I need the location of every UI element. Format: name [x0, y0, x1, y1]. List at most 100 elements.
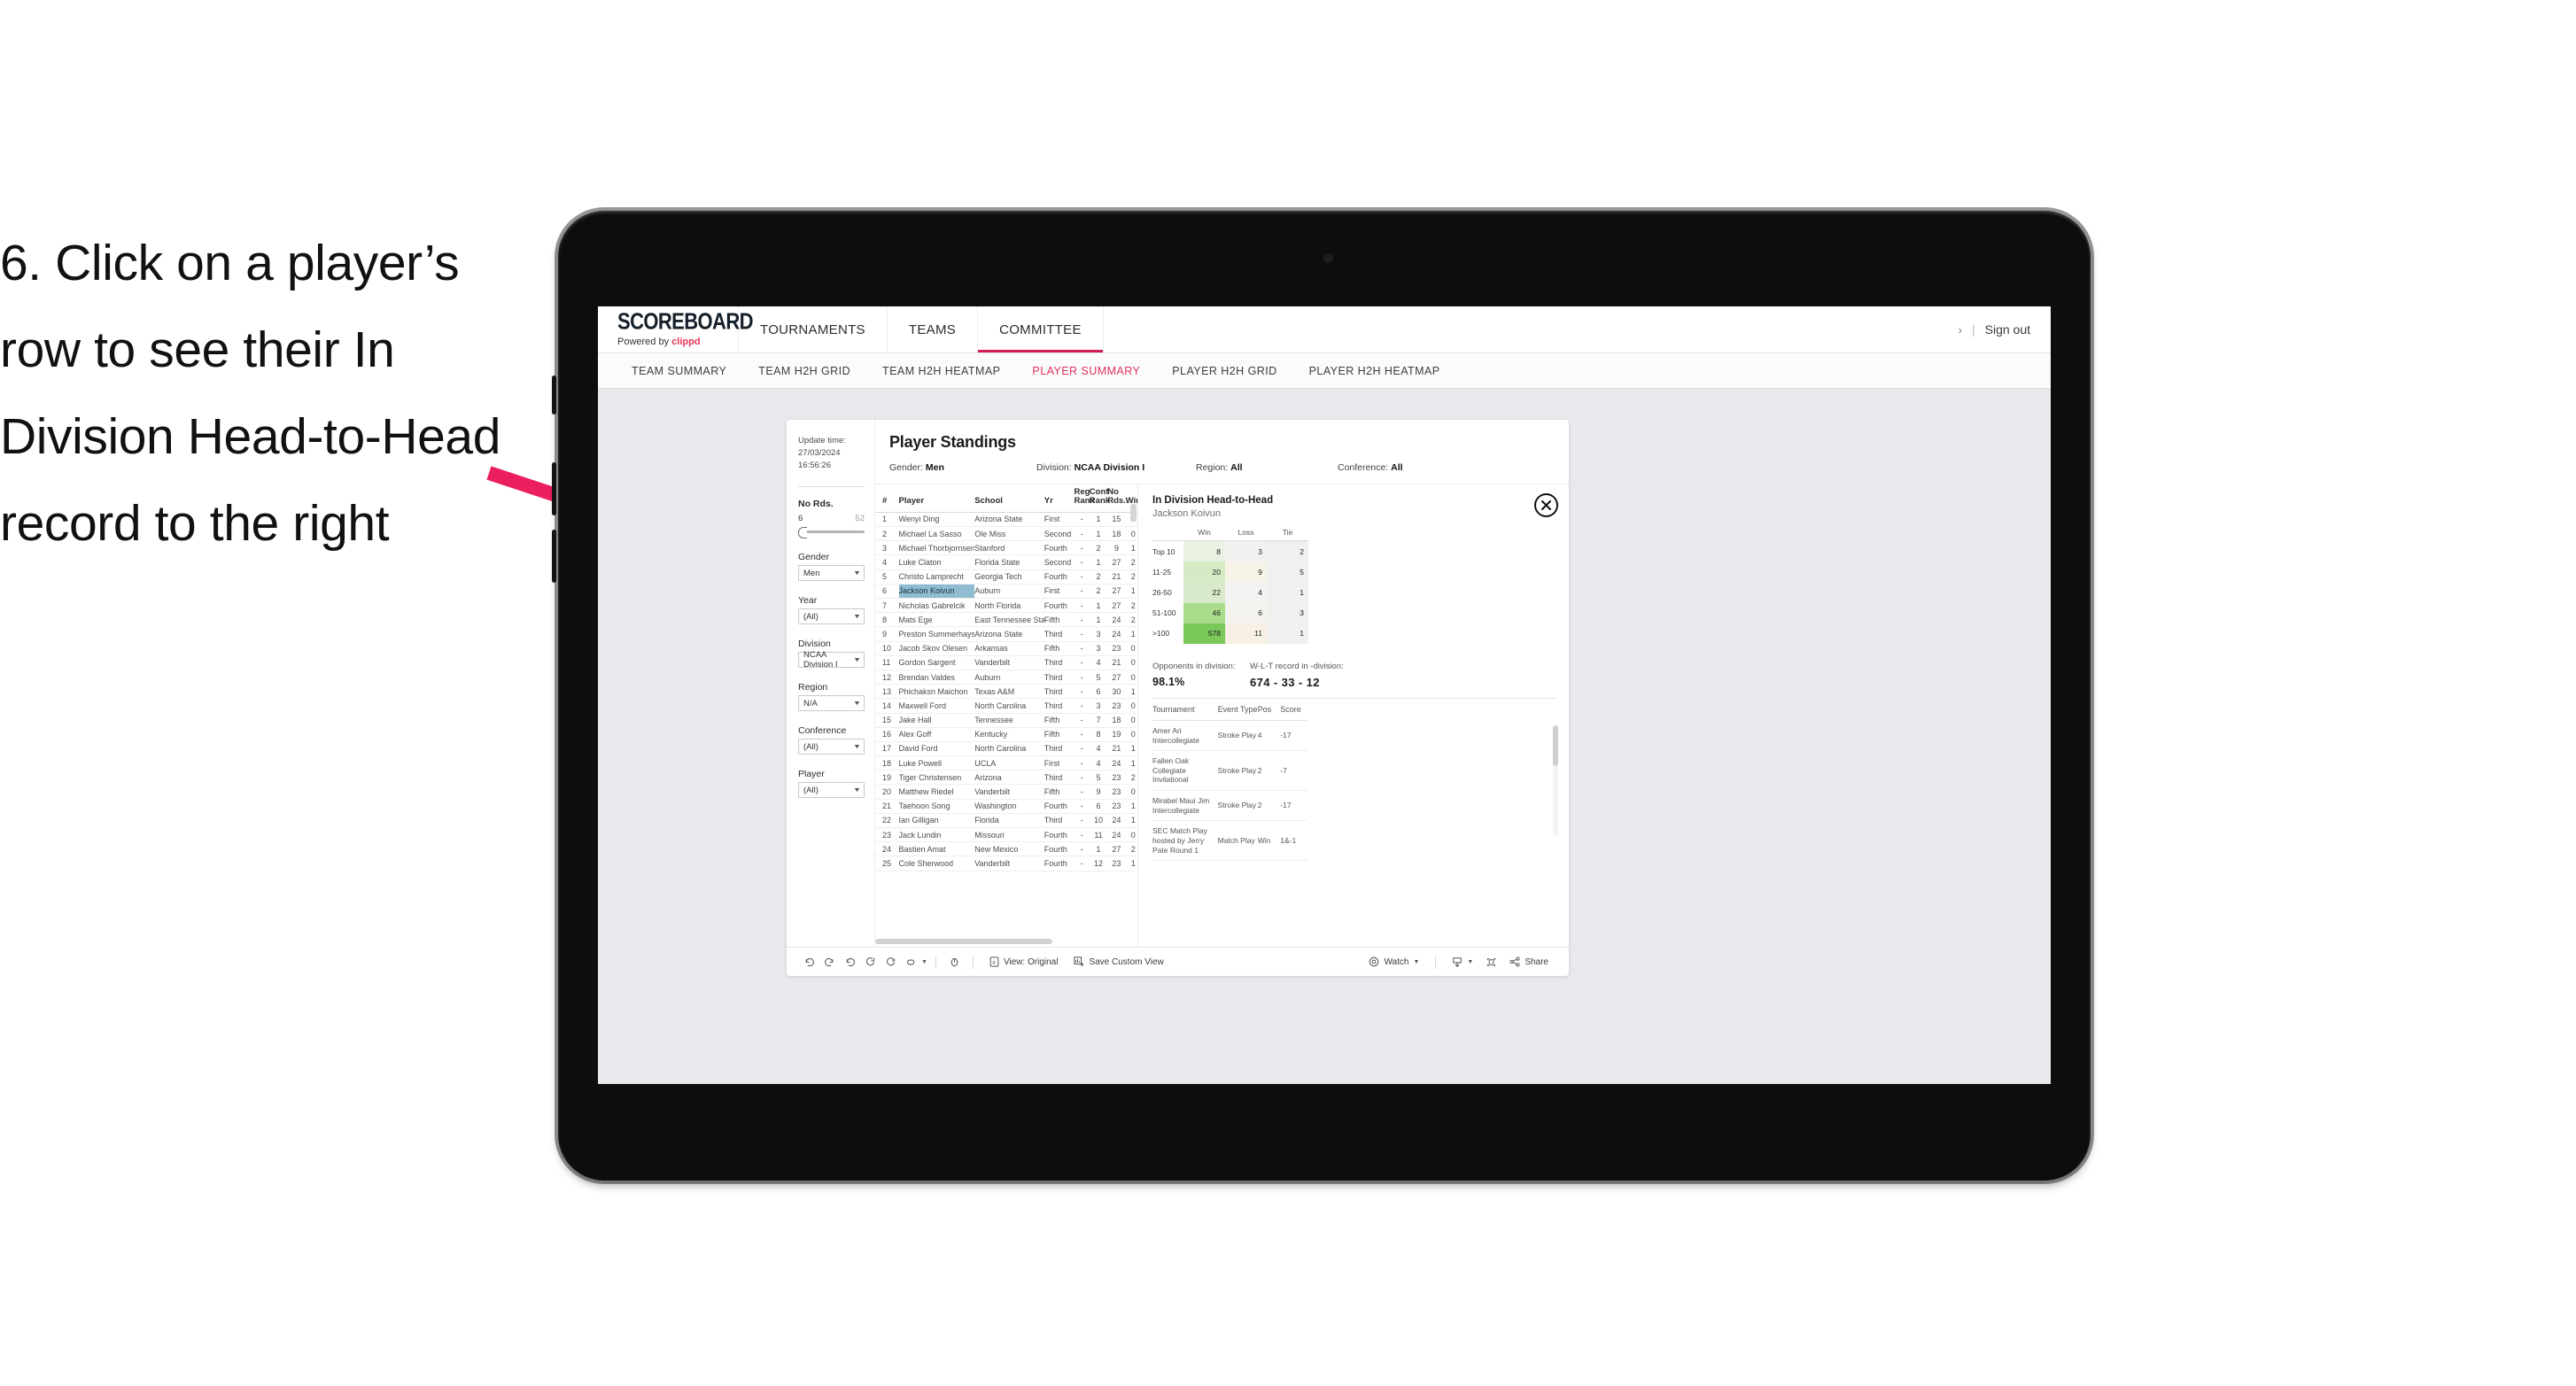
heatmap-cell[interactable]: 9: [1225, 561, 1267, 583]
table-row[interactable]: 20 Matthew Riedel Vanderbilt Fifth -9 23 0: [875, 784, 1137, 800]
undo-icon[interactable]: [799, 956, 819, 968]
filter-division-select[interactable]: NCAA Division I ▼: [798, 650, 865, 670]
table-row[interactable]: 9 Preston Summerhays Arizona State Third -3 2…: [875, 626, 1137, 642]
table-row[interactable]: 21 Taehoon Song Washington Fourth -6 23 1: [875, 799, 1137, 814]
heatmap-cell[interactable]: 6: [1225, 602, 1267, 623]
standings-col-yr[interactable]: Yr: [1044, 484, 1075, 513]
table-row[interactable]: 3 Michael Thorbjornsen Stanford Fourth -2 9 1: [875, 540, 1137, 556]
brand-logo[interactable]: SCOREBOARD Powered by clippd: [598, 306, 754, 352]
tournament-col-tournament[interactable]: Tournament: [1152, 704, 1218, 721]
filter-player-select[interactable]: (All) ▼: [798, 782, 865, 799]
nav-item-teams[interactable]: TEAMS: [888, 306, 979, 352]
tournament-row[interactable]: Mirabel Maui Jim Intercollegiate Stroke P…: [1152, 790, 1307, 822]
view-original-button[interactable]: a View: Original: [982, 956, 1067, 967]
heatmap-cell[interactable]: 2: [1267, 540, 1308, 562]
shape-dropdown-caret-icon[interactable]: ▼: [921, 959, 927, 965]
table-row[interactable]: 4 Luke Claton Florida State Second -1 27 2: [875, 554, 1137, 570]
tournament-col-event-type[interactable]: Event Type: [1217, 704, 1258, 721]
table-row[interactable]: 5 Christo Lamprecht Georgia Tech Fourth -2 21…: [875, 569, 1137, 585]
save-custom-view-button[interactable]: Save Custom View: [1066, 956, 1171, 967]
table-row[interactable]: 23 Jack Lundin Missouri Fourth -11 24 0: [875, 827, 1137, 843]
heatmap-cell[interactable]: 46: [1183, 602, 1225, 623]
share-button[interactable]: Share: [1501, 956, 1556, 967]
table-row[interactable]: 19 Tiger Christensen Arizona Third -5 23 2: [875, 770, 1137, 786]
refresh-icon[interactable]: [860, 956, 881, 968]
revert-icon[interactable]: [840, 956, 860, 968]
heatmap-cell[interactable]: 11: [1225, 623, 1267, 644]
redo-icon[interactable]: [819, 956, 840, 968]
table-row[interactable]: 15 Jake Hall Tennessee Fifth -7 18 0: [875, 713, 1137, 728]
table-row[interactable]: 16 Alex Goff Kentucky Fifth -8 19 0: [875, 727, 1137, 742]
tournament-row[interactable]: Amer Ari Intercollegiate Stroke Play 4 -17: [1152, 720, 1307, 752]
tournament-row[interactable]: Fallen Oak Collegiate Invitational Stroke…: [1152, 750, 1307, 792]
tab-player-h2h-heatmap[interactable]: PLAYER H2H HEATMAP: [1293, 365, 1456, 377]
nav-item-tournaments[interactable]: TOURNAMENTS: [739, 306, 888, 352]
heatmap-cell[interactable]: 1: [1267, 623, 1308, 644]
heatmap-cell[interactable]: 8: [1183, 540, 1225, 562]
table-row[interactable]: 22 Ian Gilligan Florida Third -10 24 1: [875, 813, 1137, 829]
volume-up-button[interactable]: [552, 462, 556, 515]
standings-col-conf-rank[interactable]: Conf Rank: [1089, 484, 1110, 513]
nav-overflow-icon[interactable]: ›: [1959, 323, 1962, 337]
table-row[interactable]: 6 Jackson Koivun Auburn First -2 27 1: [875, 584, 1137, 600]
filter-region-select[interactable]: N/A ▼: [798, 695, 865, 712]
tournament-col-pos[interactable]: Pos: [1257, 704, 1281, 721]
table-row[interactable]: 8Mats EgeEast Tennessee StateFifth-1242: [875, 612, 1137, 628]
heatmap-cell[interactable]: 3: [1267, 602, 1308, 623]
nav-item-committee[interactable]: COMMITTEE: [978, 306, 1104, 352]
cell-reg-rank: -: [1074, 554, 1090, 570]
table-row[interactable]: 13 Phichaksn Maichon Texas A&M Third -6 30 1: [875, 684, 1137, 700]
player-standings-table-wrap[interactable]: #PlayerSchoolYrRegRankConfRankNoRds.Wins…: [875, 484, 1138, 947]
standings-vertical-scrollbar[interactable]: [1130, 504, 1137, 522]
close-circle-icon[interactable]: [1534, 493, 1558, 517]
tab-team-h2h-grid[interactable]: TEAM H2H GRID: [742, 365, 866, 377]
table-row[interactable]: 25 Cole Sherwood Vanderbilt Fourth -12 23 1: [875, 856, 1137, 871]
table-row[interactable]: 10 Jacob Skov Olesen Arkansas Fifth -3 23 0: [875, 641, 1137, 656]
fullscreen-icon[interactable]: [1481, 956, 1501, 968]
highlight-icon[interactable]: [944, 956, 965, 968]
heatmap-cell[interactable]: 3: [1225, 540, 1267, 562]
heatmap-cell[interactable]: 578: [1183, 623, 1225, 644]
slider-handle[interactable]: [798, 527, 807, 539]
table-row[interactable]: 24 Bastien Amat New Mexico Fourth -1 27 2: [875, 841, 1137, 857]
filter-gender-select[interactable]: Men ▼: [798, 565, 865, 582]
watch-button[interactable]: Watch ▼: [1361, 956, 1427, 967]
tournament-row[interactable]: SEC Match Play hosted by Jerry Pate Roun…: [1152, 820, 1307, 862]
table-row[interactable]: 11 Gordon Sargent Vanderbilt Third -4 21 0: [875, 655, 1137, 670]
heatmap-cell[interactable]: 4: [1225, 582, 1267, 603]
power-button[interactable]: [552, 376, 556, 414]
shape-icon[interactable]: [901, 956, 921, 968]
standings-col-player[interactable]: Player: [898, 484, 975, 513]
volume-down-button[interactable]: [552, 530, 556, 583]
standings-col-school[interactable]: School: [974, 484, 1044, 513]
standings-horizontal-scrollbar[interactable]: [875, 939, 1052, 944]
filter-conference-select[interactable]: (All) ▼: [798, 739, 865, 755]
table-row[interactable]: 18 Luke Powell UCLA First -4 24 1: [875, 755, 1137, 771]
standings-col-reg-rank[interactable]: Reg Rank: [1074, 484, 1095, 513]
table-row[interactable]: 2 Michael La Sasso Ole Miss Second -1 18 0: [875, 526, 1137, 542]
tab-player-h2h-grid[interactable]: PLAYER H2H GRID: [1156, 365, 1292, 377]
heatmap-cell[interactable]: 5: [1267, 561, 1308, 583]
sign-out-link[interactable]: Sign out: [1985, 322, 2030, 337]
tab-player-summary[interactable]: PLAYER SUMMARY: [1016, 365, 1156, 377]
no-rounds-slider[interactable]: [798, 526, 865, 539]
tournament-col-score[interactable]: Score: [1280, 704, 1307, 721]
download-button[interactable]: ▼: [1444, 956, 1481, 968]
table-row[interactable]: 1Wenyi DingArizona StateFirst-1151: [875, 512, 1137, 528]
heatmap-cell[interactable]: 22: [1183, 582, 1225, 603]
tab-team-h2h-heatmap[interactable]: TEAM H2H HEATMAP: [866, 365, 1016, 377]
heatmap-cell[interactable]: 20: [1183, 561, 1225, 583]
table-row[interactable]: 12 Brendan Valdes Auburn Third -5 27 0: [875, 670, 1137, 685]
tab-team-summary[interactable]: TEAM SUMMARY: [616, 365, 742, 377]
pause-icon[interactable]: [881, 956, 901, 968]
standings-col-no-rds[interactable]: No Rds.: [1107, 484, 1126, 513]
table-row[interactable]: 17 David Ford North Carolina Third -4 21 1: [875, 741, 1137, 757]
table-row[interactable]: 14 Maxwell Ford North Carolina Third -3 23 0: [875, 698, 1137, 714]
watch-icon: [1369, 956, 1379, 967]
tournament-vertical-scrollbar[interactable]: [1553, 724, 1558, 766]
filter-year-select[interactable]: (All) ▼: [798, 608, 865, 625]
standings-col-num[interactable]: #: [875, 484, 899, 513]
table-row[interactable]: 7 Nicholas Gabrelcik North Florida Fourth -1…: [875, 598, 1137, 614]
heatmap-cell[interactable]: 1: [1267, 582, 1308, 603]
heatmap-row: 51-100 46 6 3: [1152, 602, 1308, 623]
